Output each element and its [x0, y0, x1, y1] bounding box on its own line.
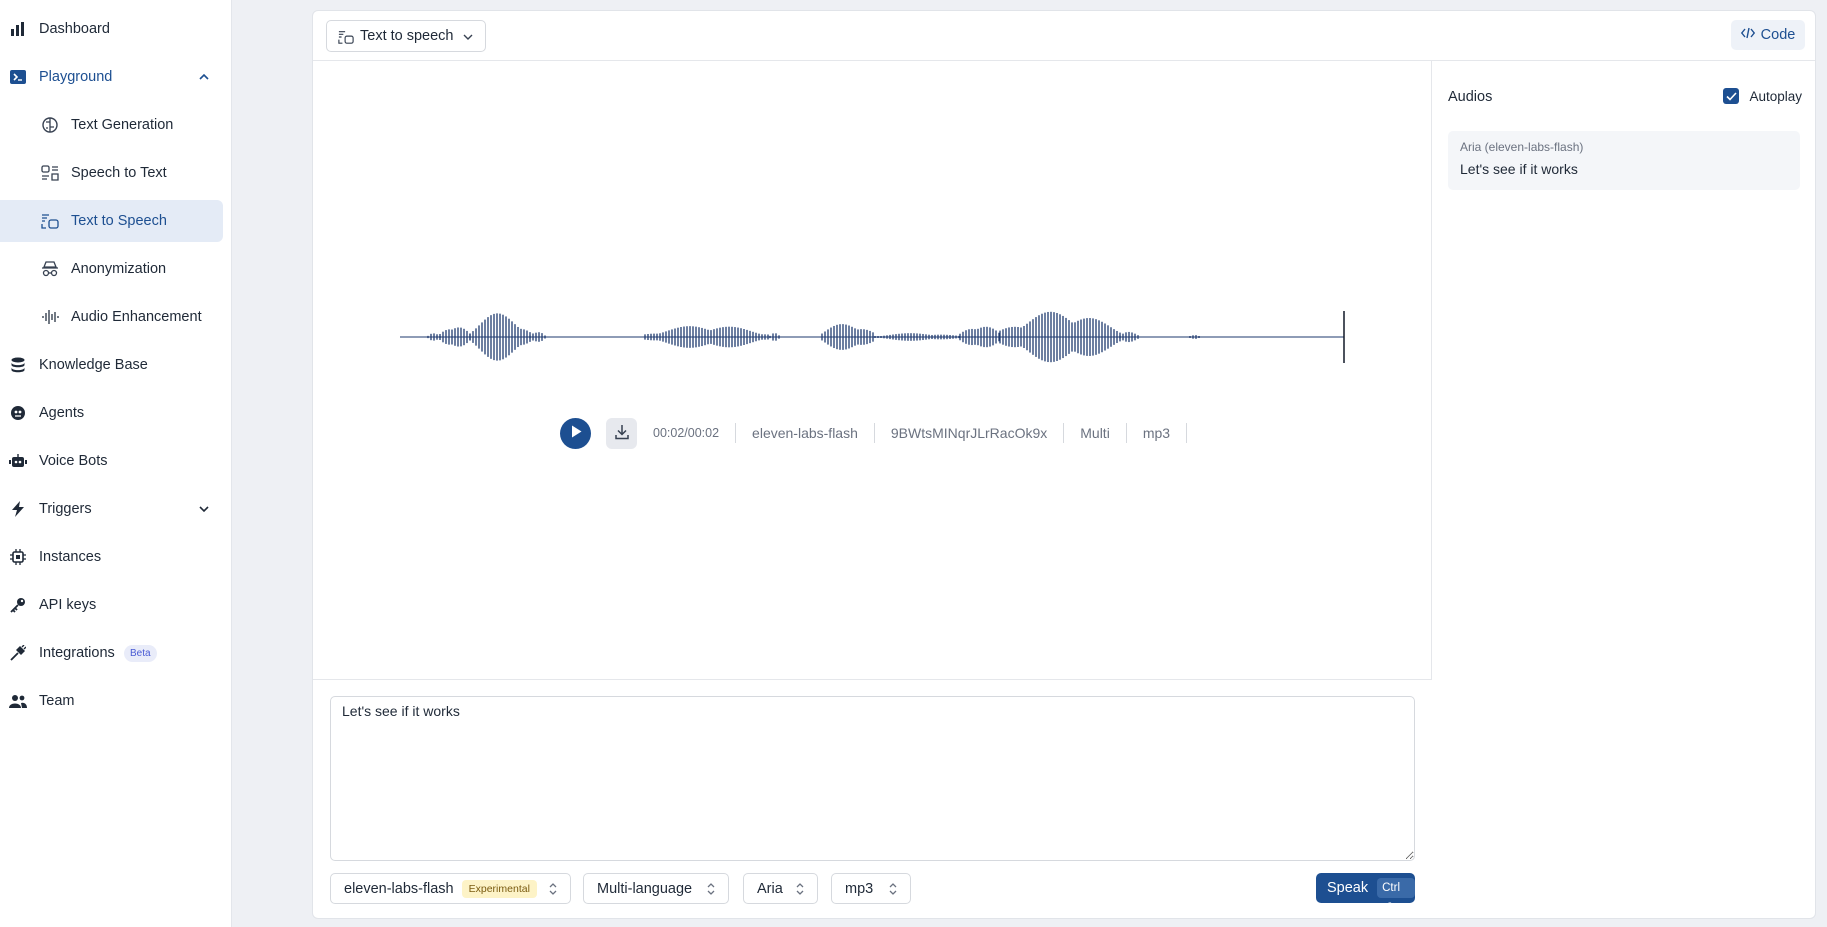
autoplay-checkbox[interactable] [1723, 88, 1740, 104]
audio-stage: 00:02/00:02 eleven-labs-flash 9BWtsMINqr… [313, 61, 1432, 679]
key-icon [9, 596, 27, 614]
autoplay-toggle[interactable]: Autoplay [1723, 88, 1802, 104]
audio-format: mp3 [1127, 423, 1188, 443]
language-select-value: Multi-language [597, 880, 693, 897]
brain-icon [41, 116, 59, 134]
database-icon [9, 356, 27, 374]
audios-pane: Audios Autoplay Aria (eleven-labs-flash)… [1433, 61, 1816, 919]
sidebar-item-text-generation[interactable]: Text Generation [0, 104, 223, 146]
sidebar-item-label: Knowledge Base [39, 357, 148, 373]
sidebar-item-label: Text to Speech [71, 213, 167, 229]
audio-player: 00:02/00:02 eleven-labs-flash 9BWtsMINqr… [560, 417, 1188, 449]
sidebar-item-label: Audio Enhancement [71, 309, 202, 325]
waveform[interactable] [400, 309, 1346, 365]
speak-button[interactable]: Speak Ctrl ⏎ [1316, 873, 1415, 914]
sidebar-item-label: Dashboard [39, 21, 110, 37]
audio-model: eleven-labs-flash [736, 423, 875, 443]
chevron-up-down-icon [706, 882, 716, 896]
sidebar-item-playground[interactable]: Playground [0, 56, 223, 98]
text-to-speech-icon [338, 29, 354, 45]
sidebar-item-label: Agents [39, 405, 85, 421]
voice-select[interactable]: Aria [743, 873, 818, 904]
autoplay-label: Autoplay [1749, 88, 1802, 104]
terminal-icon [9, 68, 27, 86]
playground-panel: Text to speech Code 00:02/00:02 eleven-l… [312, 10, 1816, 919]
sidebar-item-triggers[interactable]: Triggers [0, 488, 223, 530]
speech-to-text-icon [41, 164, 59, 182]
model-select[interactable]: eleven-labs-flash Experimental [330, 873, 571, 904]
composer: eleven-labs-flash Experimental Multi-lan… [313, 679, 1432, 919]
play-button[interactable] [560, 417, 591, 449]
sidebar-item-agents[interactable]: Agents [0, 392, 223, 434]
chevron-up-down-icon [888, 882, 898, 896]
code-button[interactable]: Code [1731, 20, 1805, 50]
sidebar-item-label: Integrations [39, 645, 115, 661]
chip-icon [9, 548, 27, 566]
shortcut-hint: Ctrl ⏎ [1377, 878, 1415, 914]
lightning-icon [9, 500, 27, 518]
code-button-label: Code [1760, 27, 1796, 43]
download-button[interactable] [606, 417, 637, 449]
audio-item-text: Let's see if it works [1460, 161, 1578, 177]
bot-icon [9, 452, 27, 470]
format-select[interactable]: mp3 [831, 873, 911, 904]
audio-item-caption: Aria (eleven-labs-flash) [1460, 140, 1584, 154]
beta-badge: Beta [124, 645, 157, 662]
sidebar-item-label: Text Generation [71, 117, 174, 133]
voice-select-value: Aria [757, 880, 783, 897]
sidebar-item-voice-bots[interactable]: Voice Bots [0, 440, 223, 482]
incognito-icon [41, 260, 59, 278]
sidebar-item-label: API keys [39, 597, 97, 613]
code-icon [1740, 27, 1755, 43]
panel-header: Text to speech Code [313, 11, 1815, 61]
speak-button-label: Speak [1327, 880, 1369, 896]
sidebar-item-text-to-speech[interactable]: Text to Speech [0, 200, 223, 242]
text-to-speech-icon [41, 212, 59, 230]
users-icon [9, 692, 27, 710]
sidebar-item-label: Voice Bots [39, 453, 108, 469]
model-select-value: eleven-labs-flash [344, 880, 454, 897]
sidebar: Dashboard Playground Text Generation Spe… [0, 0, 232, 927]
experimental-badge: Experimental [461, 879, 537, 898]
chevron-down-icon [461, 30, 475, 44]
audio-lines-icon [41, 308, 59, 326]
sidebar-item-label: Anonymization [71, 261, 167, 277]
sidebar-item-label: Triggers [39, 501, 92, 517]
sidebar-item-dashboard[interactable]: Dashboard [0, 8, 223, 50]
sidebar-item-label: Team [39, 693, 75, 709]
chevron-up-down-icon [795, 882, 805, 896]
download-icon [614, 424, 630, 443]
sidebar-item-speech-to-text[interactable]: Speech to Text [0, 152, 223, 194]
sidebar-item-knowledge-base[interactable]: Knowledge Base [0, 344, 223, 386]
speech-text-input[interactable] [330, 696, 1415, 861]
mode-select-label: Text to speech [360, 28, 454, 44]
bar-chart-icon [9, 20, 27, 38]
agent-icon [9, 404, 27, 422]
audio-voice-id: 9BWtsMINqrJLrRacOk9x [875, 423, 1065, 443]
sidebar-item-team[interactable]: Team [0, 680, 223, 722]
audio-time: 00:02/00:02 [653, 423, 737, 443]
chevron-down-icon[interactable] [197, 502, 211, 516]
chevron-up-icon[interactable] [197, 70, 211, 84]
sidebar-item-label: Speech to Text [71, 165, 167, 181]
audio-language: Multi [1064, 423, 1127, 443]
audio-history-item[interactable]: Aria (eleven-labs-flash) Let's see if it… [1448, 131, 1800, 190]
format-select-value: mp3 [845, 880, 874, 897]
play-icon [570, 425, 582, 441]
audio-meta: 00:02/00:02 eleven-labs-flash 9BWtsMINqr… [653, 423, 1188, 443]
sidebar-item-instances[interactable]: Instances [0, 536, 223, 578]
audios-title: Audios [1448, 89, 1493, 105]
sidebar-item-api-keys[interactable]: API keys [0, 584, 223, 626]
sidebar-item-anonymization[interactable]: Anonymization [0, 248, 223, 290]
chevron-up-down-icon [548, 882, 558, 896]
mode-select[interactable]: Text to speech [326, 20, 486, 52]
sidebar-item-integrations[interactable]: Integrations Beta [0, 632, 223, 674]
plug-icon [9, 644, 27, 662]
sidebar-item-label: Instances [39, 549, 102, 565]
sidebar-item-label: Playground [39, 69, 113, 85]
sidebar-item-audio-enhancement[interactable]: Audio Enhancement [0, 296, 223, 338]
language-select[interactable]: Multi-language [583, 873, 729, 904]
